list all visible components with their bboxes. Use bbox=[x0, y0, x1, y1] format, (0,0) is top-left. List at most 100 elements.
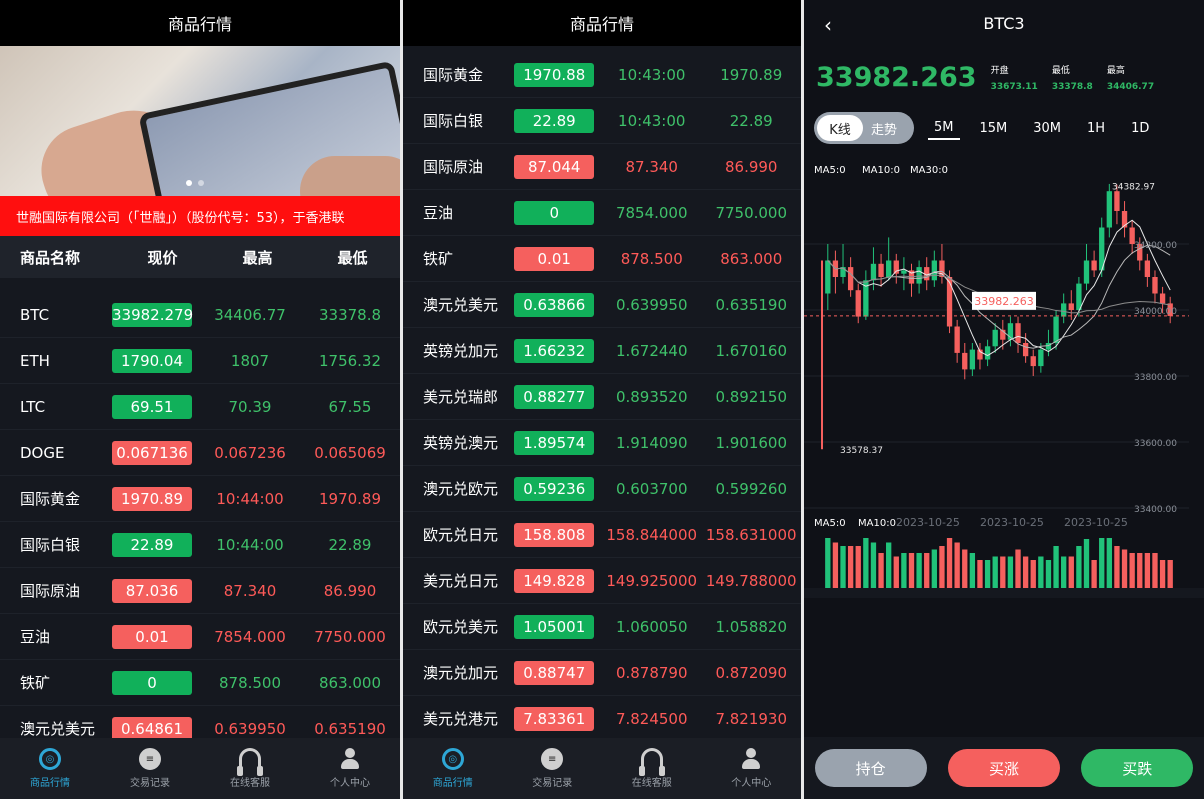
table-row[interactable]: 豆油 0.01 7854.000 7750.000 bbox=[0, 614, 400, 660]
tab-headset[interactable]: 在线客服 bbox=[602, 738, 702, 799]
timeframe-1d[interactable]: 1D bbox=[1125, 116, 1155, 140]
hold-button[interactable]: 持仓 bbox=[814, 749, 927, 787]
volume-bar bbox=[1159, 560, 1166, 588]
high-value: 7854.000 bbox=[214, 627, 286, 646]
price-badge: 1.89574 bbox=[514, 430, 595, 455]
commodity-name: 国际原油 bbox=[423, 158, 484, 176]
low-value: 33378.8 bbox=[318, 305, 382, 324]
table-row[interactable]: BTC 33982.279 34406.77 33378.8 bbox=[0, 292, 400, 338]
banner-image[interactable] bbox=[0, 46, 400, 196]
commodity-name: 国际黄金 bbox=[423, 66, 484, 84]
commodity-name: 欧元兑美元 bbox=[423, 618, 499, 636]
kline-option[interactable]: K线 bbox=[817, 115, 863, 141]
current-price: 22.89 bbox=[506, 108, 602, 133]
table-row[interactable]: 国际黄金 1970.88 10:43:00 1970.89 bbox=[403, 52, 801, 98]
volume-bar bbox=[1137, 553, 1143, 588]
current-price-label: 33982.263 bbox=[974, 295, 1034, 308]
high-value: 87.340 bbox=[625, 157, 678, 176]
table-row[interactable]: 国际白银 22.89 10:43:00 22.89 bbox=[403, 98, 801, 144]
commodity-name: 豆油 bbox=[20, 628, 51, 646]
buy-up-button[interactable]: 买涨 bbox=[947, 749, 1060, 787]
tab-user[interactable]: 个人中心 bbox=[702, 738, 802, 799]
commodity-name: 英镑兑澳元 bbox=[423, 434, 499, 452]
volume-bar bbox=[969, 553, 976, 588]
volume-bar bbox=[840, 546, 846, 588]
timeframe-15m[interactable]: 15M bbox=[974, 116, 1014, 140]
commodity-name: 国际白银 bbox=[20, 536, 81, 554]
chart-type-toggle[interactable]: K线 走势 bbox=[814, 112, 914, 144]
candle-body bbox=[954, 326, 960, 353]
candle-body bbox=[1053, 316, 1059, 343]
timeframe-1h[interactable]: 1H bbox=[1081, 116, 1111, 140]
table-row[interactable]: 美元兑日元 149.828 149.925000 149.788000 bbox=[403, 558, 801, 604]
y-tick-label: 34200.00 bbox=[1134, 241, 1177, 251]
candle-body bbox=[878, 263, 884, 277]
records-icon: ≡ bbox=[541, 748, 564, 770]
high-value: 0.639950 bbox=[214, 719, 286, 738]
table-row[interactable]: 澳元兑美元 0.63866 0.639950 0.635190 bbox=[403, 282, 801, 328]
table-row[interactable]: 澳元兑欧元 0.59236 0.603700 0.599260 bbox=[403, 466, 801, 512]
ma-label: MA30:0 bbox=[910, 165, 948, 176]
market-panel-1: 商品行情 世融国际有限公司（「世融」）（股份代号：53），于香港联 商品名称 现… bbox=[0, 0, 400, 799]
table-row[interactable]: 美元兑瑞郎 0.88277 0.893520 0.892150 bbox=[403, 374, 801, 420]
table-row[interactable]: 澳元兑加元 0.88747 0.878790 0.872090 bbox=[403, 650, 801, 696]
table-row[interactable]: 英镑兑澳元 1.89574 1.914090 1.901600 bbox=[403, 420, 801, 466]
tab-records[interactable]: ≡ 交易记录 bbox=[100, 738, 200, 799]
low-value: 22.89 bbox=[729, 111, 773, 130]
table-row[interactable]: 铁矿 0 878.500 863.000 bbox=[0, 660, 400, 706]
trend-option[interactable]: 走势 bbox=[871, 119, 897, 138]
col-price: 现价 bbox=[147, 248, 178, 267]
low-value: 86.990 bbox=[323, 581, 377, 600]
table-row[interactable]: 铁矿 0.01 878.500 863.000 bbox=[403, 236, 801, 282]
announcement-marquee[interactable]: 世融国际有限公司（「世融」）（股份代号：53），于香港联 bbox=[0, 196, 400, 236]
price-badge: 149.828 bbox=[514, 568, 595, 593]
table-row[interactable]: 国际白银 22.89 10:44:00 22.89 bbox=[0, 522, 400, 568]
user-icon bbox=[339, 748, 361, 770]
candlestick-chart[interactable]: MA5:0 MA10:0 MA30:0 33982.263 34200.00 34000.… bbox=[804, 158, 1204, 598]
tab-label: 在线客服 bbox=[230, 778, 270, 789]
x-tick-label: 2023-10-25 bbox=[896, 516, 960, 529]
volume-bar bbox=[1114, 546, 1120, 588]
price-badge: 69.51 bbox=[112, 394, 192, 419]
col-low: 最低 bbox=[337, 248, 368, 267]
table-row[interactable]: 国际黄金 1970.89 10:44:00 1970.89 bbox=[0, 476, 400, 522]
table-row[interactable]: 美元兑港元 7.83361 7.824500 7.821930 bbox=[403, 696, 801, 738]
table-row[interactable]: 国际原油 87.036 87.340 86.990 bbox=[0, 568, 400, 614]
tab-market[interactable]: ◎ 商品行情 bbox=[403, 738, 503, 799]
back-icon[interactable]: ‹ bbox=[824, 13, 832, 37]
high-value: 0.893520 bbox=[615, 387, 688, 406]
tab-records[interactable]: ≡ 交易记录 bbox=[503, 738, 603, 799]
table-row[interactable]: 欧元兑日元 158.808 158.844000 158.631000 bbox=[403, 512, 801, 558]
current-price: 1.66232 bbox=[506, 338, 602, 363]
volume-bar bbox=[1083, 539, 1090, 588]
price-badge: 0.64861 bbox=[112, 716, 192, 738]
table-row[interactable]: 国际原油 87.044 87.340 86.990 bbox=[403, 144, 801, 190]
volume-bar bbox=[1068, 556, 1074, 588]
table-row[interactable]: ETH 1790.04 1807 1756.32 bbox=[0, 338, 400, 384]
candle-body bbox=[1061, 303, 1067, 317]
market-panel-2: 商品行情 国际黄金 1970.88 10:43:00 1970.89 国际白银 22.89… bbox=[403, 0, 801, 799]
table-row[interactable]: 豆油 0 7854.000 7750.000 bbox=[403, 190, 801, 236]
volume-bar bbox=[1045, 560, 1052, 588]
table-row[interactable]: LTC 69.51 70.39 67.55 bbox=[0, 384, 400, 430]
timeframe-30m[interactable]: 30M bbox=[1027, 116, 1067, 140]
buy-down-button[interactable]: 买跌 bbox=[1081, 749, 1194, 787]
current-price: 0.01 bbox=[506, 246, 602, 271]
table-row[interactable]: 澳元兑美元 0.64861 0.639950 0.635190 bbox=[0, 706, 400, 738]
timeframe-5m[interactable]: 5M bbox=[928, 116, 960, 140]
y-tick-label: 33600.00 bbox=[1134, 439, 1177, 449]
tab-headset[interactable]: 在线客服 bbox=[200, 738, 300, 799]
commodity-name: 欧元兑日元 bbox=[423, 526, 499, 544]
table-row[interactable]: DOGE 0.067136 0.067236 0.065069 bbox=[0, 430, 400, 476]
table-row[interactable]: 英镑兑加元 1.66232 1.672440 1.670160 bbox=[403, 328, 801, 374]
vol-ma-label: MA10:0 bbox=[858, 518, 896, 529]
stat-high: 最高 34406.77 bbox=[1106, 65, 1155, 92]
table-row[interactable]: 欧元兑美元 1.05001 1.060050 1.058820 bbox=[403, 604, 801, 650]
volume-bar bbox=[1030, 560, 1036, 588]
bottom-nav: ◎ 商品行情 ≡ 交易记录 在线客服 个人中心 bbox=[403, 738, 801, 799]
tab-user[interactable]: 个人中心 bbox=[300, 738, 400, 799]
tab-market[interactable]: ◎ 商品行情 bbox=[0, 738, 100, 799]
volume-bar bbox=[1061, 556, 1067, 588]
carousel-dots[interactable] bbox=[186, 180, 204, 186]
volume-bar bbox=[1091, 560, 1097, 588]
